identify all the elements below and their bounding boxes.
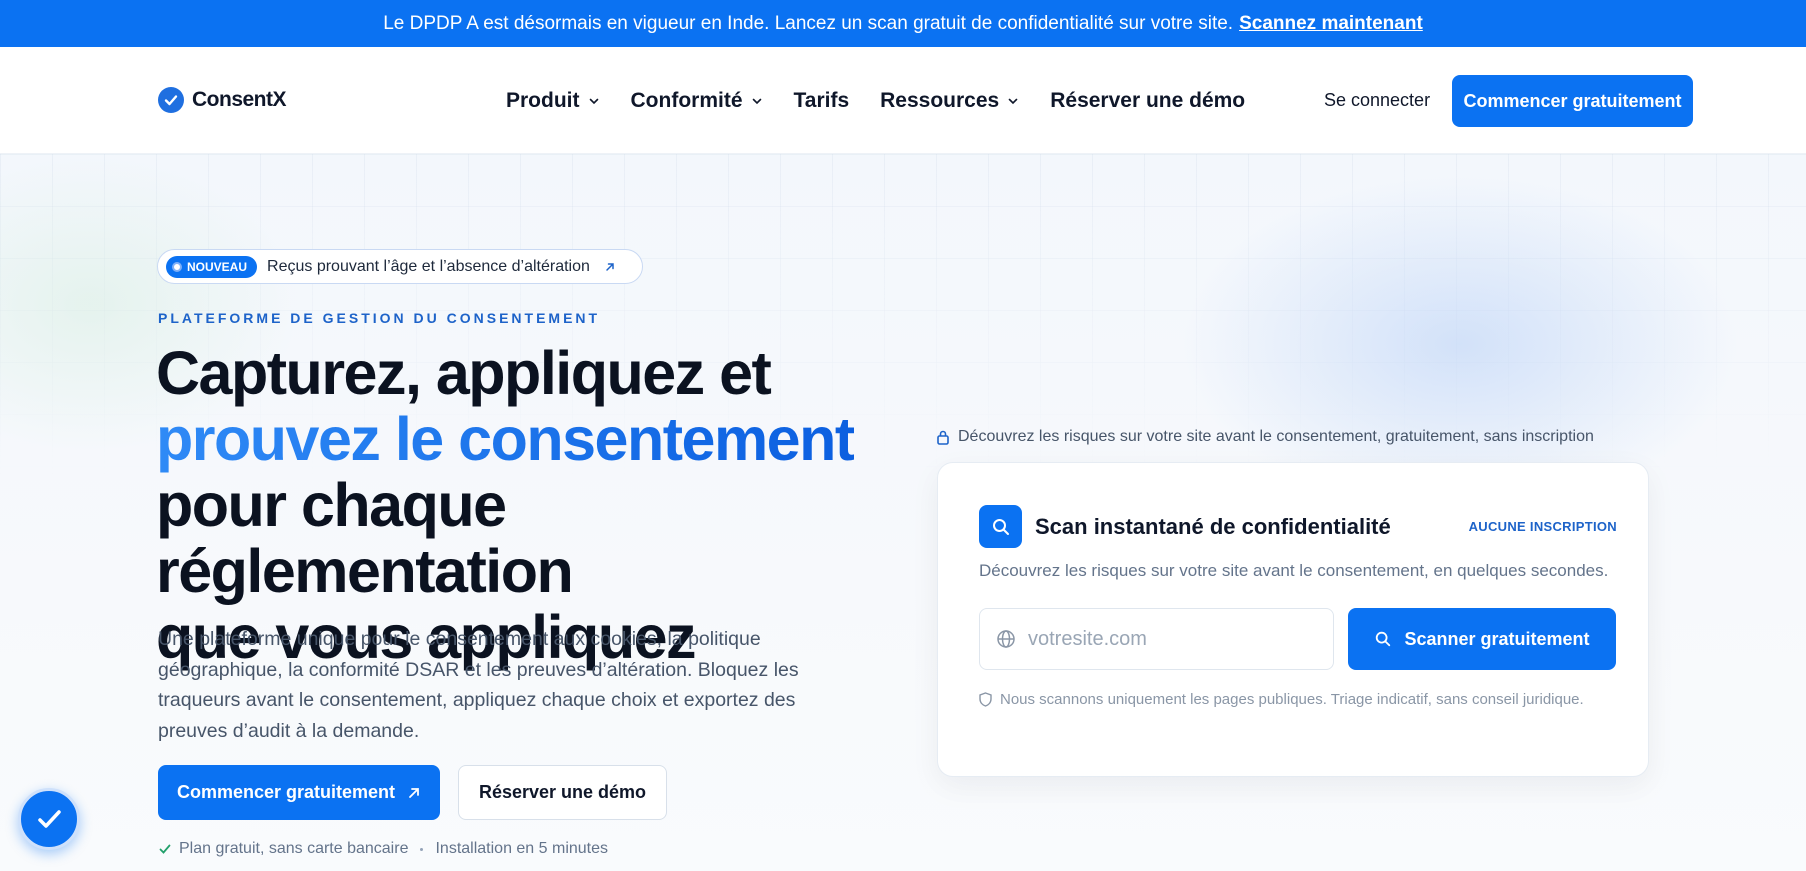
scan-card-title: Scan instantané de confidentialité — [1035, 514, 1391, 539]
check-icon — [159, 844, 171, 854]
chevron-down-icon — [589, 98, 598, 104]
new-pill-label: NOUVEAU — [187, 259, 248, 274]
start-free-button[interactable]: Commencer gratuitement — [1452, 75, 1693, 127]
announcement-text: Le DPDP A est désormais en vigueur en In… — [383, 12, 1234, 34]
main-menu: Produit Conformité Tarifs Ressources Rés… — [506, 47, 1245, 154]
scan-card-subtitle: Découvrez les risques sur votre site ava… — [979, 561, 1609, 580]
hero-description: Une plateforme unique pour le consenteme… — [158, 628, 799, 742]
scan-now-link[interactable]: Scannez maintenant — [1239, 13, 1423, 35]
perk-text: Plan gratuit, sans carte bancaire — [179, 840, 409, 857]
eyebrow-label: PLATEFORME DE GESTION DU CONSENTEMENT — [158, 310, 601, 326]
nav-item-conformite[interactable]: Conformité — [631, 89, 763, 113]
search-icon — [1376, 631, 1391, 647]
consent-widget-button[interactable] — [18, 788, 80, 850]
scan-note: Découvrez les risques sur votre site ava… — [936, 428, 1594, 446]
nav-item-label: Conformité — [630, 88, 743, 112]
nav-item-tarifs[interactable]: Tarifs — [794, 89, 850, 113]
hero-title-line: Capturez, appliquez et — [156, 339, 772, 407]
scan-disclaimer-text: Nous scannons uniquement les pages publi… — [1000, 691, 1584, 708]
button-label: Scanner gratuitement — [1404, 628, 1590, 649]
nav-item-ressources[interactable]: Ressources — [880, 89, 1019, 113]
login-link[interactable]: Se connecter — [1324, 90, 1430, 111]
chevron-down-icon — [752, 98, 761, 104]
hero-title-line: pour chaque réglementation — [156, 471, 574, 605]
website-url-field — [979, 608, 1334, 670]
perks-list: Plan gratuit, sans carte bancaire Instal… — [158, 840, 608, 858]
lock-icon — [937, 430, 949, 445]
nav-item-label: Produit — [506, 88, 580, 112]
new-pill: NOUVEAU — [166, 255, 258, 278]
hero-start-free-button[interactable]: Commencer gratuitement — [158, 765, 440, 820]
perk-item: Plan gratuit, sans carte bancaire — [158, 840, 408, 858]
badge-text: Reçus prouvant l’âge et l’absence d’alté… — [267, 257, 590, 275]
scan-free-button[interactable]: Scanner gratuitement — [1348, 608, 1616, 670]
logo-text: ConsentX — [192, 88, 287, 111]
website-url-input[interactable] — [1028, 627, 1308, 651]
hero-title-accent: prouvez le consentement — [156, 405, 855, 473]
arrow-up-right-icon — [409, 787, 419, 798]
logo[interactable]: ConsentX — [158, 87, 287, 113]
separator-dot — [420, 847, 424, 851]
nav-item-label: Réserver une démo — [1050, 88, 1246, 112]
arrow-up-right-icon — [606, 262, 614, 271]
nav-item-label: Tarifs — [793, 88, 850, 112]
nav-item-label: Ressources — [880, 88, 1000, 112]
navbar: ConsentX Produit Conformité Tarifs Resso… — [0, 47, 1806, 154]
perk-text: Installation en 5 minutes — [435, 840, 609, 857]
shield-icon — [979, 692, 992, 707]
book-demo-button[interactable]: Réserver une démo — [458, 765, 667, 820]
no-signup-tag: AUCUNE INSCRIPTION — [1468, 519, 1617, 534]
scan-note-text: Découvrez les risques sur votre site ava… — [958, 428, 1594, 445]
checkmark-badge-icon — [158, 87, 184, 113]
chevron-down-icon — [1008, 98, 1018, 104]
hero-title: Capturez, appliquez et prouvez le consen… — [156, 340, 916, 670]
globe-icon — [997, 630, 1015, 648]
announcement-badge[interactable]: NOUVEAU Reçus prouvant l’âge et l’absenc… — [157, 249, 643, 284]
perk-item: Installation en 5 minutes — [435, 840, 608, 858]
nav-item-produit[interactable]: Produit — [506, 89, 600, 113]
nav-item-demo[interactable]: Réserver une démo — [1050, 89, 1245, 113]
search-icon — [979, 505, 1022, 548]
scan-card: Scan instantané de confidentialité AUCUN… — [937, 462, 1649, 777]
checkmark-badge-icon — [38, 810, 61, 828]
button-label: Commencer gratuitement — [176, 782, 396, 802]
dot-icon — [172, 261, 182, 272]
announcement-bar: Le DPDP A est désormais en vigueur en In… — [0, 0, 1806, 47]
scan-disclaimer: Nous scannons uniquement les pages publi… — [979, 691, 1584, 708]
